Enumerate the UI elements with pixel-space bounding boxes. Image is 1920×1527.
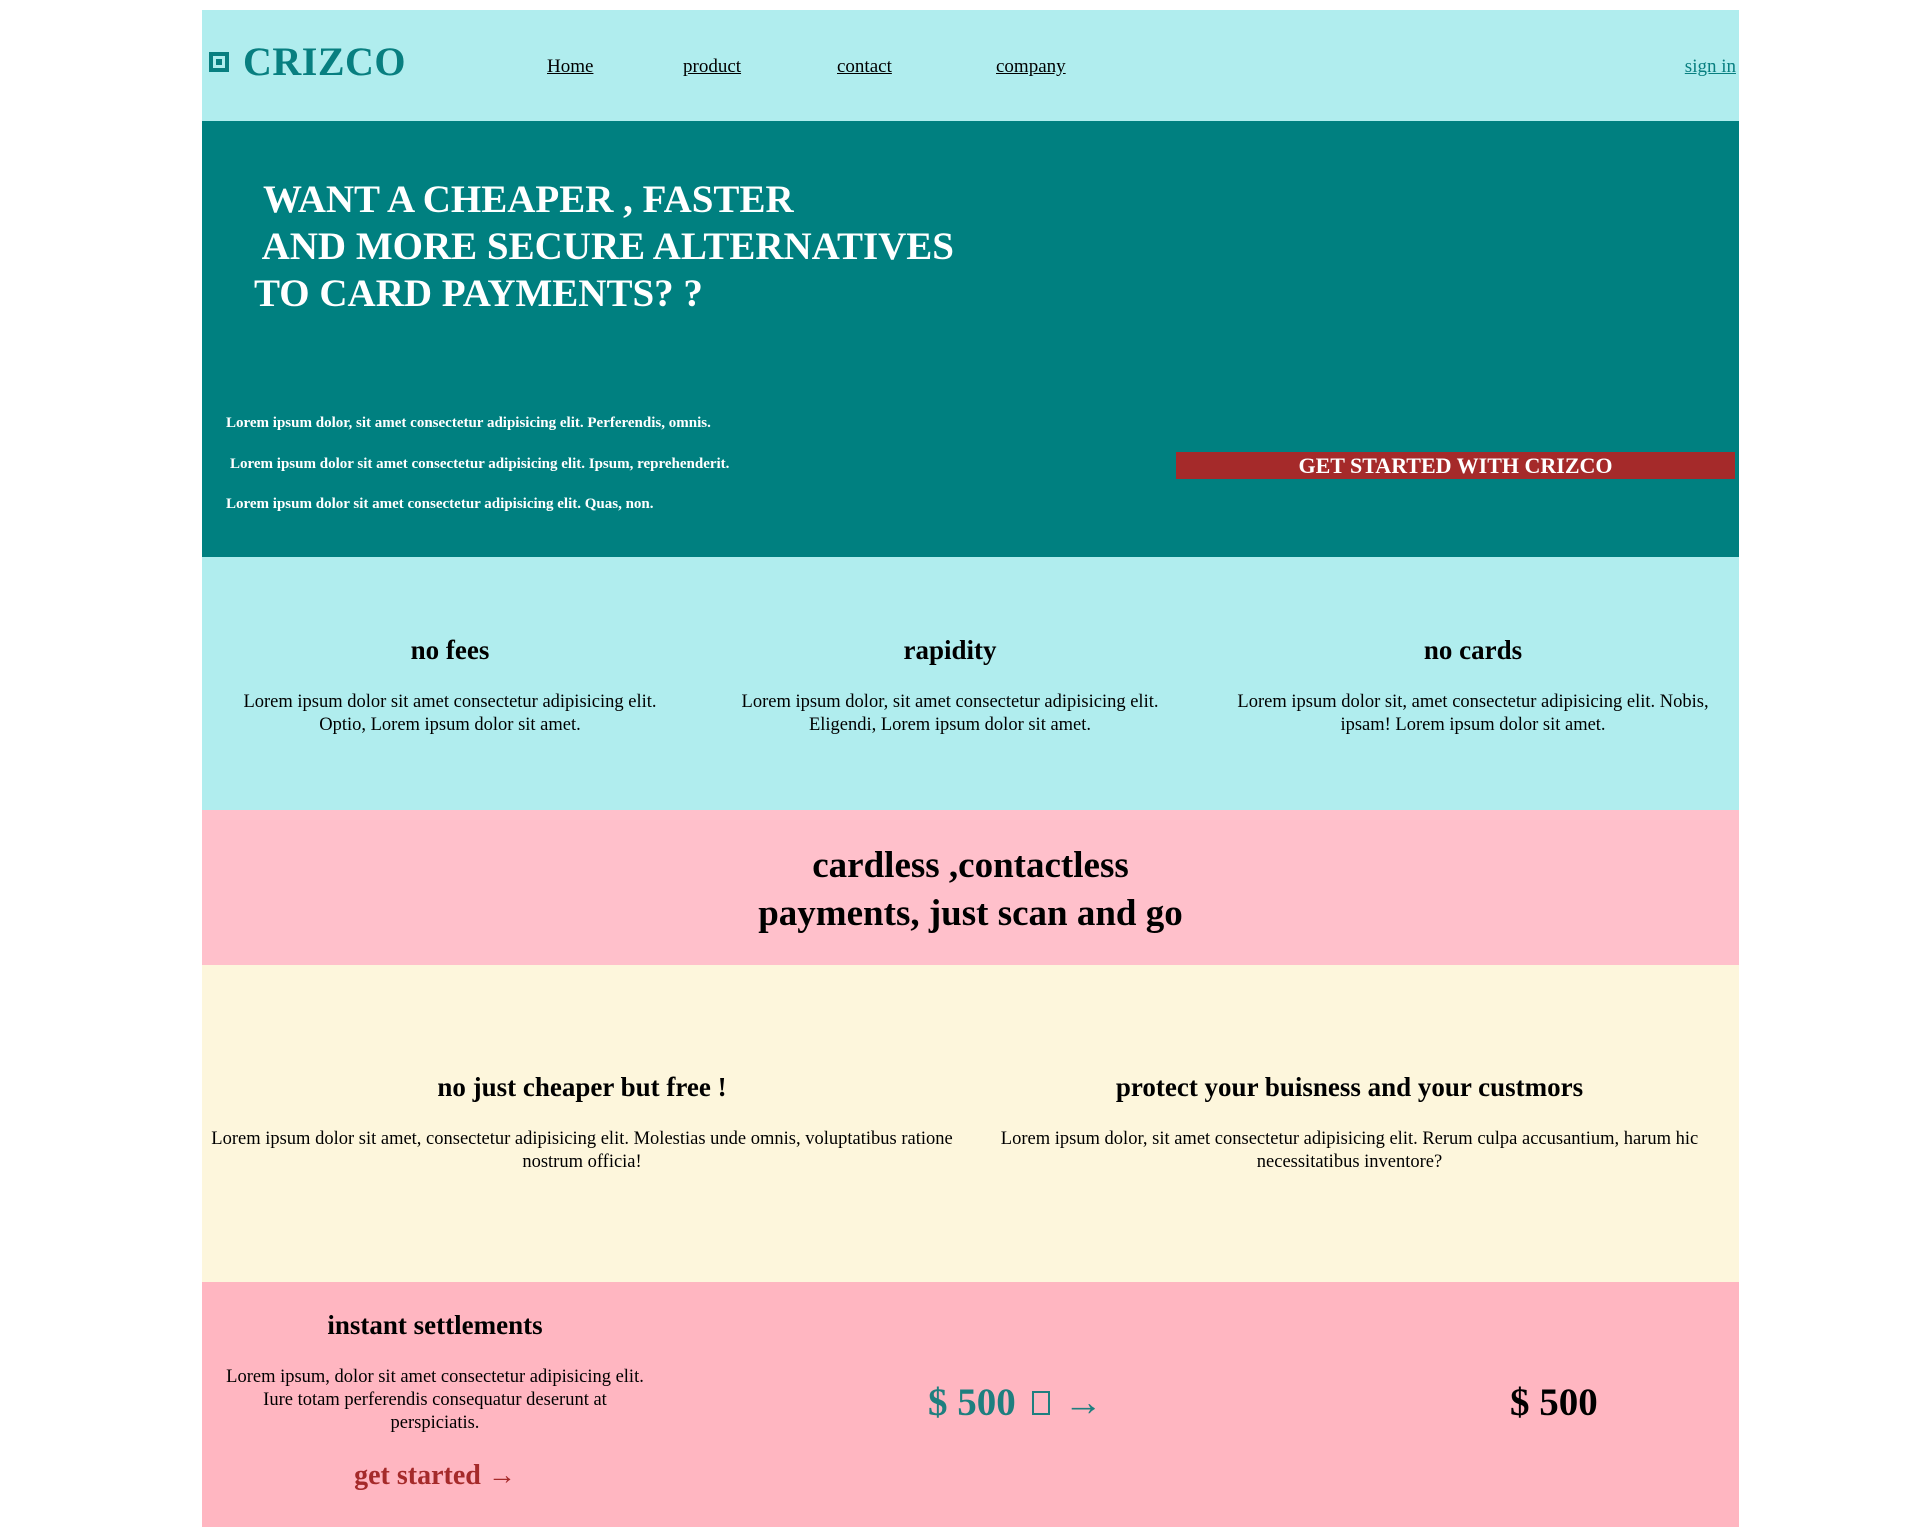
- get-started-button[interactable]: GET STARTED WITH CRIZCO: [1176, 452, 1735, 479]
- benefit-text: Lorem ipsum dolor sit amet, consectetur …: [211, 1129, 953, 1172]
- hero-text-line: Lorem ipsum dolor, sit amet consectetur …: [226, 415, 711, 431]
- amount-to-value: $ 500: [1510, 1381, 1598, 1424]
- amount-from: $ 500 →: [928, 1380, 1103, 1425]
- feature-title: rapidity: [903, 635, 997, 665]
- arrow-right-icon: →: [1063, 1381, 1103, 1424]
- benefit-title: no just cheaper but free !: [437, 1072, 727, 1102]
- features-section: no fees Lorem ipsum dolor sit amet conse…: [202, 557, 1739, 810]
- benefit-title: protect your buisness and your custmors: [1115, 1072, 1584, 1102]
- page: CRIZCO Home product contact company sign…: [202, 10, 1739, 1527]
- benefits-section: no just cheaper but free ! Lorem ipsum d…: [202, 965, 1739, 1282]
- banner-heading: cardless ,contactless payments, just sca…: [758, 845, 1183, 934]
- scan-banner: cardless ,contactless payments, just sca…: [202, 810, 1739, 965]
- settlements-title: instant settlements: [327, 1310, 543, 1340]
- nav-home-link[interactable]: Home: [547, 56, 593, 78]
- feature-text: Lorem ipsum dolor sit amet consectetur a…: [243, 692, 657, 735]
- hero-section: WANT A CHEAPER , FASTER AND MORE SECURE …: [202, 121, 1739, 557]
- site-header: CRIZCO Home product contact company sign…: [202, 10, 1739, 121]
- nav-product-link[interactable]: product: [683, 56, 741, 78]
- feature-title: no fees: [410, 635, 490, 665]
- hero-text-line: Lorem ipsum dolor sit amet consectetur a…: [226, 496, 654, 512]
- missing-glyph-icon: [1031, 1390, 1050, 1415]
- hero-text-line: Lorem ipsum dolor sit amet consectetur a…: [230, 456, 730, 472]
- settlements-text: Lorem ipsum, dolor sit amet consectetur …: [226, 1367, 644, 1433]
- hero-title: WANT A CHEAPER , FASTER AND MORE SECURE …: [254, 178, 955, 315]
- feature-text: Lorem ipsum dolor, sit amet consectetur …: [741, 692, 1159, 735]
- nav-company-link[interactable]: company: [996, 56, 1066, 78]
- brand-name: CRIZCO: [243, 39, 407, 84]
- benefit-text: Lorem ipsum dolor, sit amet consectetur …: [1000, 1129, 1699, 1172]
- logo-square-icon: [209, 51, 229, 72]
- sign-in-link[interactable]: sign in: [1685, 56, 1736, 78]
- feature-text: Lorem ipsum dolor sit, amet consectetur …: [1237, 692, 1709, 735]
- settlements-section: instant settlements Lorem ipsum, dolor s…: [202, 1282, 1739, 1527]
- amount-from-value: $ 500: [928, 1381, 1016, 1424]
- logo[interactable]: CRIZCO: [209, 38, 406, 85]
- nav-contact-link[interactable]: contact: [837, 56, 892, 78]
- feature-title: no cards: [1423, 635, 1523, 665]
- get-started-link[interactable]: get started →: [220, 1460, 650, 1492]
